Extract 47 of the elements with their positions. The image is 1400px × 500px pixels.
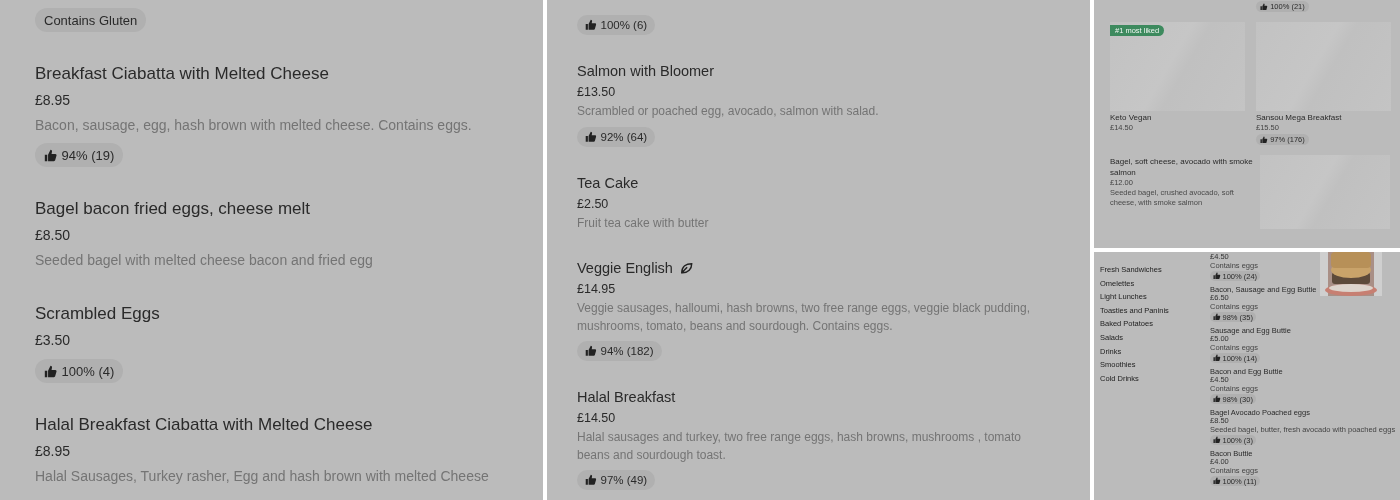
dish-description: Fruit tea cake with butter (577, 214, 710, 232)
dish-price: £8.95 (35, 91, 72, 110)
rating-badge: 94% (19) (35, 143, 124, 167)
rating-badge: 94% (182) (577, 341, 662, 361)
thumbs-up-icon (585, 474, 597, 486)
dish-description: Bacon, sausage, egg, hash brown with melted cheese. Contains eggs. (35, 116, 473, 135)
thumbs-up-icon (44, 364, 57, 378)
dish-price: £14.50 (577, 410, 617, 427)
dish-price: £8.95 (35, 442, 72, 461)
dish-price: £2.50 (577, 195, 610, 213)
rating-badge: 100% (4) (35, 359, 124, 383)
thumbs-up-icon (44, 148, 57, 162)
thumbs-up-icon (1213, 272, 1221, 280)
dish-name: Keto Vegan (1110, 112, 1153, 123)
thumbs-up-icon (1260, 135, 1268, 144)
dish-description: Halal sausages and turkey, two free range eggs, hash browns, mushrooms , tomato beans and sourdough toast. (577, 429, 1022, 464)
thumbs-up-icon (1213, 436, 1221, 444)
thumbs-up-icon (585, 19, 597, 31)
dish-price: £3.50 (35, 331, 72, 350)
dish-name: Halal Breakfast (577, 388, 677, 407)
dish-price: £13.50 (577, 84, 617, 101)
thumbs-up-icon (1213, 313, 1221, 321)
thumbs-up-icon (585, 130, 597, 143)
dish-name: Sansou Mega Breakfast (1256, 112, 1343, 123)
dish-price: £14.95 (577, 281, 617, 298)
rating-badge: 100% (6) (577, 15, 656, 35)
thumbs-up-icon (1213, 477, 1221, 485)
thumbs-up-icon (1260, 2, 1268, 11)
dish-name: Scrambled Eggs (35, 303, 161, 325)
rating-badge: 97% (49) (577, 470, 656, 490)
dish-name: Bagel, soft cheese, avocado with smoke salmon (1110, 156, 1254, 178)
dish-description: Scrambled or poached egg, avocado, salmon with salad. (577, 103, 880, 120)
dish-name: Bagel bacon fried eggs, cheese melt (35, 198, 311, 220)
thumbs-up-icon (1213, 354, 1221, 362)
thumbs-up-icon (585, 345, 597, 357)
dish-description: Halal Sausages, Turkey rasher, Egg and hash brown with melted Cheese (35, 467, 490, 486)
dish-description: Veggie sausages, halloumi, hash browns, two free range eggs, veggie black pudding, mushrooms, tomato, beans and sourdough. Contains eggs. (577, 300, 1031, 335)
dish-description: Seeded bagel with melted cheese bacon and fried egg (35, 251, 374, 270)
dish-name: Tea Cake (577, 173, 640, 193)
allergen-tag: Contains Gluten (35, 8, 147, 32)
dish-name: Halal Breakfast Ciabatta with Melted Cheese (35, 414, 374, 436)
dish-price: £8.50 (35, 226, 72, 245)
thumbs-up-icon (1213, 395, 1221, 403)
rating-badge: 92% (64) (577, 126, 656, 147)
dish-name: Veggie English (577, 257, 1060, 279)
dish-name: Salmon with Bloomer (577, 62, 715, 81)
dish-name: Breakfast Ciabatta with Melted Cheese (35, 63, 330, 85)
